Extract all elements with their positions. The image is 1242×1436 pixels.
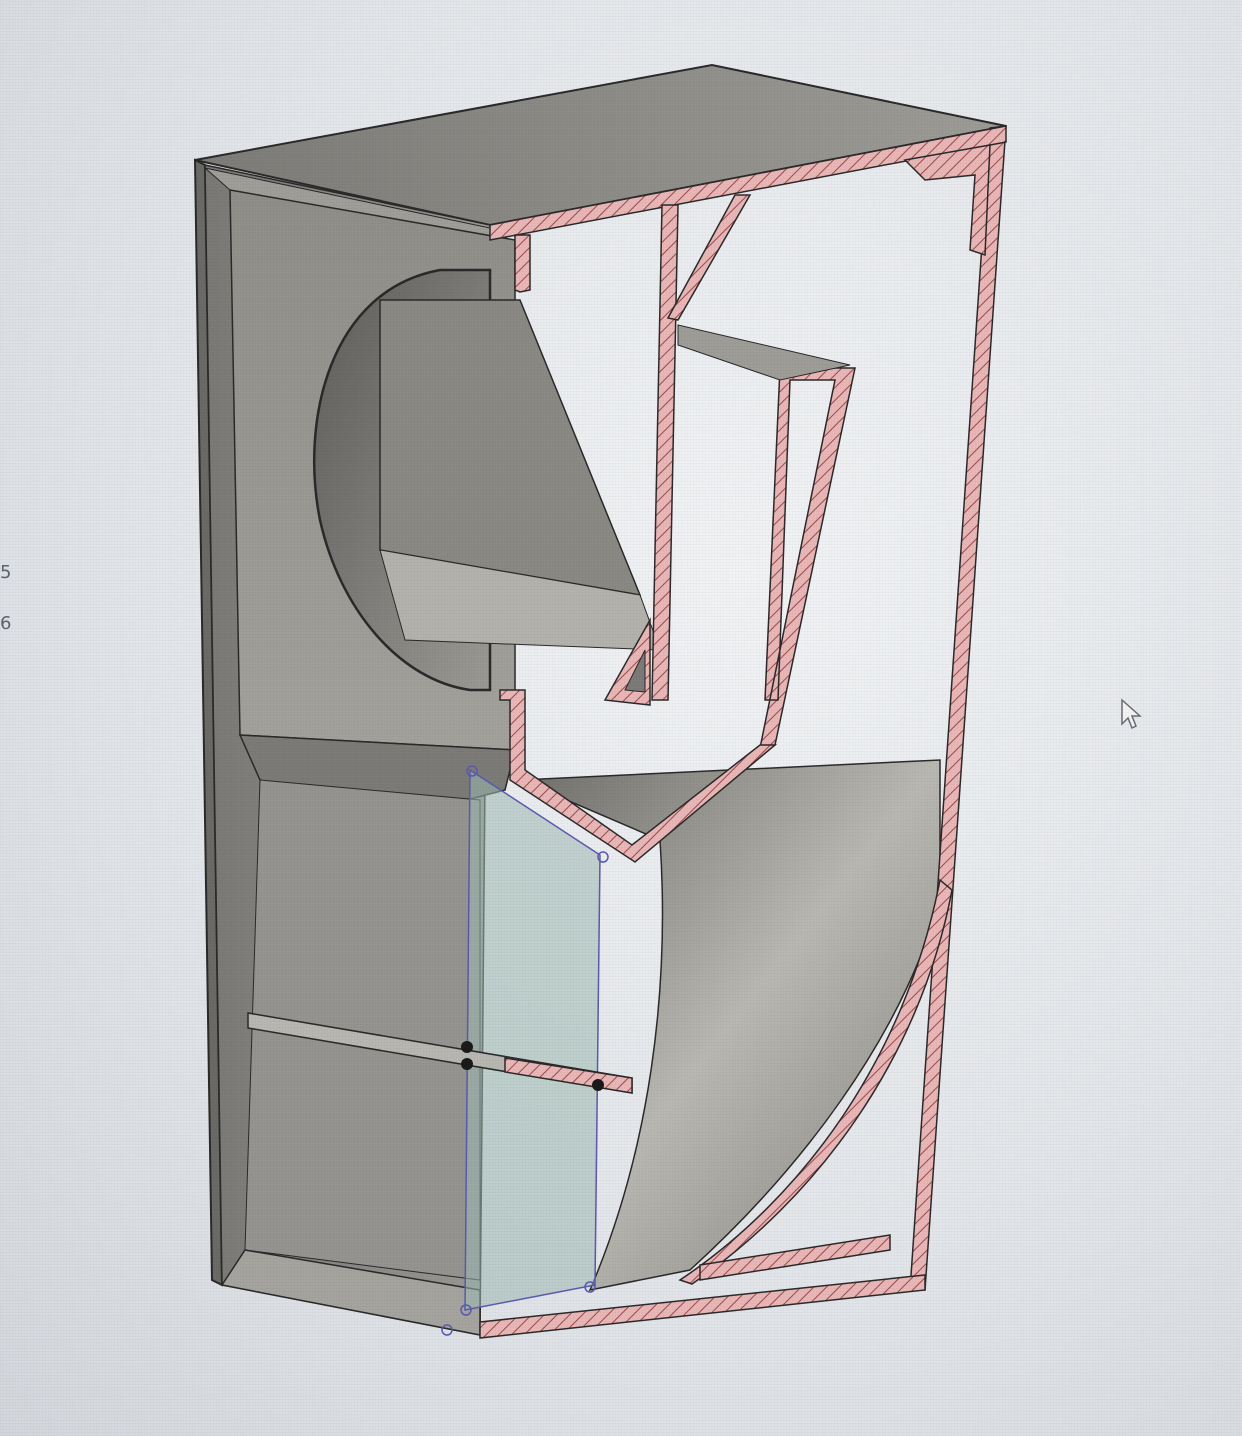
section-driver-box — [759, 367, 856, 749]
section-corner-brace — [903, 144, 991, 257]
section-diagonal-strut — [666, 194, 752, 321]
section-baffle-upper — [514, 234, 531, 293]
cad-viewport[interactable]: 5 6 — [0, 0, 1242, 1436]
sketch-plane[interactable] — [464, 768, 601, 1311]
model-canvas[interactable] — [0, 0, 1242, 1436]
sketch-point[interactable] — [461, 1058, 473, 1070]
driver-chamber-inner-box — [379, 299, 642, 596]
sketch-point[interactable] — [592, 1079, 604, 1091]
arrow-cursor-icon — [1121, 698, 1142, 730]
section-right-wall — [909, 125, 1007, 1291]
section-vertical-panel — [651, 204, 679, 701]
sketch-point[interactable] — [461, 1041, 473, 1053]
